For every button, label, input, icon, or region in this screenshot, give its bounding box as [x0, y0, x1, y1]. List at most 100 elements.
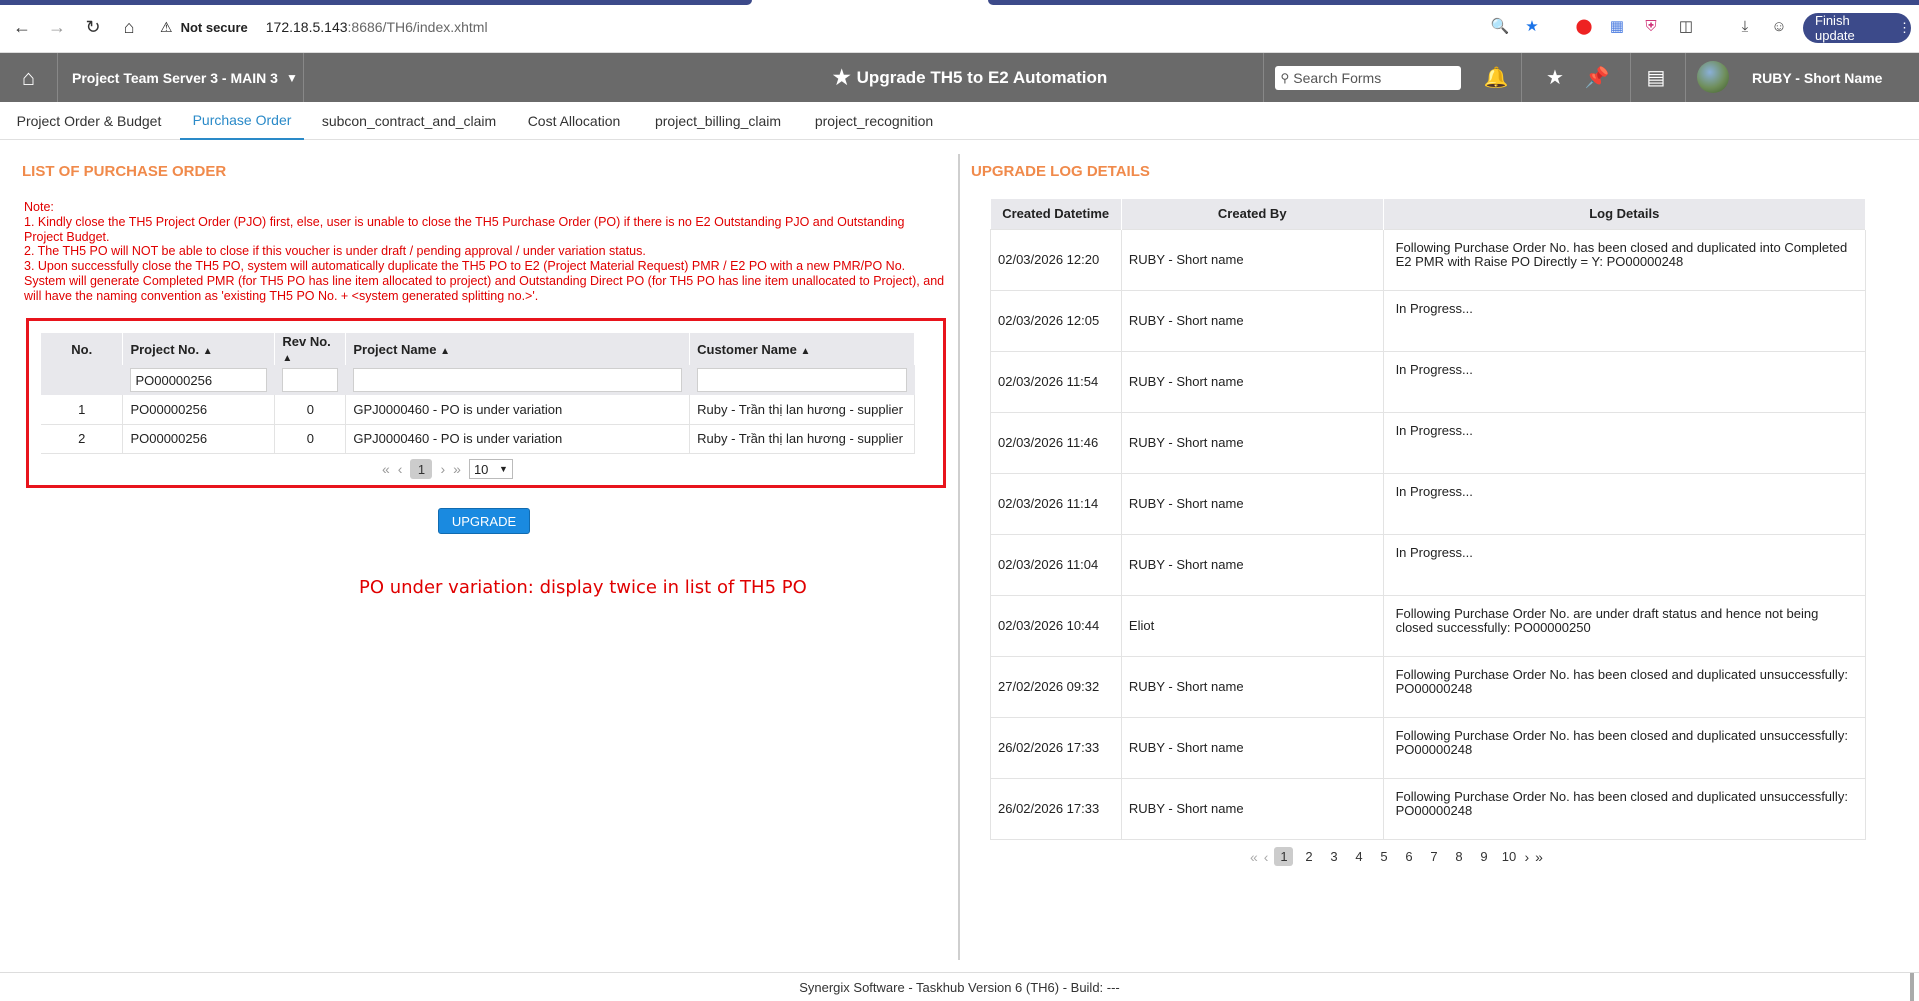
col-header-project-name[interactable]: Project Name ▲︎: [345, 333, 691, 365]
cell-project-no: PO00000256: [122, 424, 276, 454]
page-number[interactable]: 7: [1424, 847, 1443, 866]
divider: [1630, 53, 1631, 102]
note-block: Note: 1. Kindly close the TH5 Project Or…: [24, 200, 946, 304]
back-icon[interactable]: ←: [10, 15, 34, 39]
shield-extension-icon[interactable]: ⛨: [1641, 16, 1661, 36]
bookmark-star-icon[interactable]: ★: [1522, 16, 1542, 36]
last-page-icon[interactable]: »: [453, 461, 461, 477]
favorites-star-icon[interactable]: ★: [1532, 53, 1578, 102]
user-name[interactable]: RUBY - Short Name: [1752, 53, 1882, 102]
page-number[interactable]: 6: [1399, 847, 1418, 866]
first-page-icon[interactable]: «: [1250, 849, 1258, 865]
page-number[interactable]: 8: [1449, 847, 1468, 866]
filter-rev-no-input[interactable]: [282, 368, 339, 392]
filter-project-no-input[interactable]: [130, 368, 268, 392]
table-row[interactable]: 2 PO00000256 0 GPJ0000460 - PO is under …: [41, 424, 915, 454]
divider: [1521, 53, 1522, 102]
prev-page-icon[interactable]: ‹: [1264, 849, 1269, 865]
avatar[interactable]: [1697, 61, 1729, 93]
chevron-down-icon: ▼: [499, 464, 508, 474]
cell-log-details: Following Purchase Order No. has been cl…: [1382, 655, 1867, 718]
filter-project-name-input[interactable]: [353, 368, 683, 392]
cell-customer-name: Ruby - Trần thị lan hương - supplier: [689, 424, 915, 454]
log-table: Created Datetime Created By Log Details …: [990, 199, 1867, 840]
last-page-icon[interactable]: »: [1535, 849, 1543, 865]
cell-no: 1: [41, 395, 124, 425]
cell-project-no: PO00000256: [122, 395, 276, 425]
translate-extension-icon[interactable]: ▦: [1607, 16, 1627, 36]
chart-icon[interactable]: ▤: [1633, 53, 1679, 102]
page-number[interactable]: 10: [1499, 847, 1518, 866]
tab-project-billing-claim[interactable]: project_billing_claim: [645, 102, 791, 140]
tab-cost-allocation[interactable]: Cost Allocation: [518, 102, 630, 140]
cell-created-by: RUBY - Short name: [1120, 350, 1384, 413]
first-page-icon[interactable]: «: [382, 461, 390, 477]
log-details-text: Following Purchase Order No. has been cl…: [1395, 667, 1848, 696]
sort-icon[interactable]: ▲︎: [800, 346, 810, 357]
page-number[interactable]: 1: [410, 459, 433, 479]
pin-icon[interactable]: 📌: [1574, 53, 1620, 102]
log-row: 26/02/2026 17:33 RUBY - Short name Followi…: [990, 716, 1867, 779]
search-placeholder: Search Forms: [1293, 69, 1382, 86]
page-number[interactable]: 5: [1374, 847, 1393, 866]
reload-icon[interactable]: ↻: [81, 15, 105, 39]
cell-project-name: GPJ0000460 - PO is under variation: [345, 424, 691, 454]
page-title: ★ Upgrade TH5 to E2 Automation: [640, 53, 1300, 102]
rows-per-page-select[interactable]: 10 ▼: [468, 459, 513, 479]
prev-page-icon[interactable]: ‹: [398, 461, 403, 477]
col-header-rev-no[interactable]: Rev No. ▲︎: [274, 333, 347, 365]
server-selector[interactable]: Project Team Server 3 - MAIN 3 ▼: [58, 53, 304, 102]
server-label: Project Team Server 3 - MAIN 3: [72, 69, 278, 86]
cell-created-datetime: 26/02/2026 17:33: [990, 716, 1122, 779]
cell-log-details: In Progress...: [1382, 289, 1867, 352]
zoom-icon[interactable]: 🔍: [1490, 16, 1510, 36]
tab-project-recognition[interactable]: project_recognition: [806, 102, 942, 140]
log-details-text: In Progress...: [1395, 362, 1473, 377]
sort-icon[interactable]: ▲︎: [282, 353, 292, 364]
sort-icon[interactable]: ▲︎: [440, 346, 450, 357]
page-number[interactable]: 9: [1474, 847, 1493, 866]
forward-icon[interactable]: →: [45, 15, 69, 39]
sort-icon[interactable]: ▲︎: [203, 346, 213, 357]
cell-log-details: Following Purchase Order No. has been cl…: [1382, 228, 1867, 291]
address-bar[interactable]: ⚠ Not secure 172.18.5.143:8686/TH6/index…: [160, 15, 488, 39]
next-page-icon[interactable]: ›: [440, 461, 445, 477]
download-icon[interactable]: ⤓: [1735, 16, 1755, 36]
app-home-icon[interactable]: ⌂: [0, 53, 58, 102]
caret-down-icon: ▼: [285, 70, 298, 85]
extensions-puzzle-icon[interactable]: ◫: [1676, 16, 1696, 36]
table-row[interactable]: 1 PO00000256 0 GPJ0000460 - PO is under …: [41, 395, 915, 425]
col-header-project-no[interactable]: Project No. ▲︎: [122, 333, 276, 365]
cell-log-details: Following Purchase Order No. has been cl…: [1382, 716, 1867, 779]
finish-update-label: Finish update: [1815, 13, 1855, 43]
page-number[interactable]: 4: [1349, 847, 1368, 866]
filter-customer-name-input[interactable]: [697, 368, 907, 392]
next-page-icon[interactable]: ›: [1524, 849, 1529, 865]
search-forms: ⚲ Search Forms: [1263, 53, 1471, 102]
cell-customer-name: Ruby - Trần thị lan hương - supplier: [689, 395, 915, 425]
notification-bell-icon[interactable]: 🔔: [1473, 53, 1519, 102]
log-row: 02/03/2026 11:46 RUBY - Short name In Prog…: [990, 411, 1867, 474]
opera-extension-icon[interactable]: ⬤: [1574, 16, 1594, 36]
tab-purchase-order[interactable]: Purchase Order: [180, 102, 304, 140]
page-number[interactable]: 2: [1299, 847, 1318, 866]
page-number[interactable]: 3: [1324, 847, 1343, 866]
home-icon[interactable]: ⌂: [117, 15, 141, 39]
rows-per-page-value: 10: [473, 461, 489, 477]
tab-subcon-contract-and-claim[interactable]: subcon_contract_and_claim: [314, 102, 504, 140]
log-row: 02/03/2026 11:14 RUBY - Short name In Prog…: [990, 472, 1867, 535]
profile-icon[interactable]: ☺: [1769, 16, 1789, 36]
finish-update-button[interactable]: Finish update ⋮: [1803, 13, 1911, 43]
search-input[interactable]: ⚲ Search Forms: [1274, 65, 1461, 90]
scrollbar[interactable]: [1910, 973, 1914, 1001]
upgrade-button[interactable]: UPGRADE: [438, 508, 530, 534]
cell-created-datetime: 02/03/2026 10:44: [990, 594, 1122, 657]
col-header-customer-name[interactable]: Customer Name ▲︎: [689, 333, 915, 365]
cell-created-by: RUBY - Short name: [1120, 472, 1384, 535]
cell-log-details: In Progress...: [1382, 533, 1867, 596]
log-details-text: Following Purchase Order No. are under d…: [1395, 606, 1819, 635]
tab-project-order-budget[interactable]: Project Order & Budget: [10, 102, 168, 140]
note-line: 1. Kindly close the TH5 Project Order (P…: [24, 214, 905, 244]
cell-rev-no: 0: [274, 424, 347, 454]
page-number[interactable]: 1: [1274, 847, 1294, 866]
